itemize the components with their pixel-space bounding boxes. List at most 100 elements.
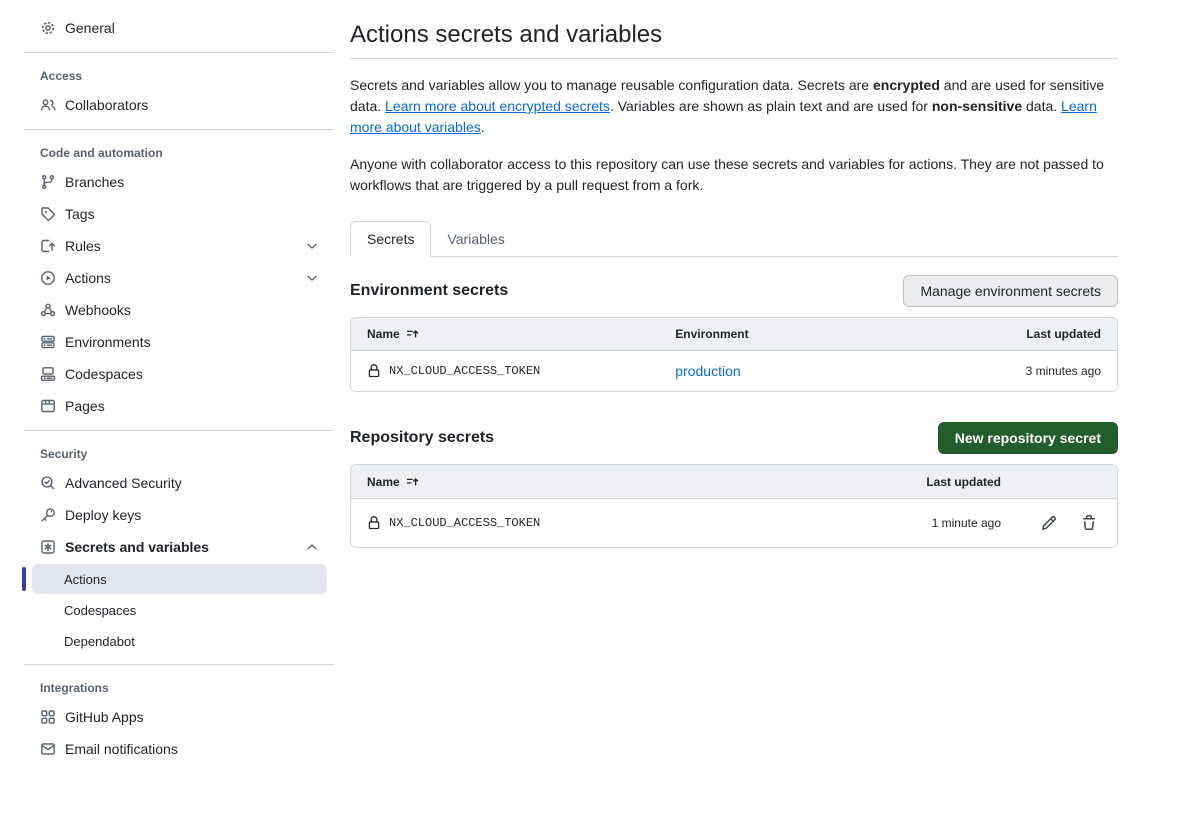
sidebar-subitem-codespaces[interactable]: Codespaces <box>32 595 327 625</box>
environment-secrets-heading: Environment secrets <box>350 282 508 300</box>
sidebar-item-label: Pages <box>65 398 105 414</box>
settings-main-content: Actions secrets and variables Secrets an… <box>350 0 1118 837</box>
sidebar-divider <box>24 664 334 665</box>
secret-last-updated: 1 minute ago <box>841 516 1001 530</box>
sidebar-item-label: Codespaces <box>65 366 143 382</box>
repository-secret-row: NX_CLOUD_ACCESS_TOKEN 1 minute ago <box>351 499 1117 547</box>
sidebar-section-code-automation: Code and automation <box>24 138 335 166</box>
intro-text: . Variables are shown as plain text and … <box>610 98 932 114</box>
sidebar-item-general[interactable]: General <box>24 12 335 44</box>
sidebar-item-email-notifications[interactable]: Email notifications <box>24 733 335 765</box>
intro-paragraph-2: Anyone with collaborator access to this … <box>350 154 1118 196</box>
manage-environment-secrets-button[interactable]: Manage environment secrets <box>903 275 1118 307</box>
intro-bold-non-sensitive: non-sensitive <box>932 98 1022 114</box>
sidebar-subitem-dependabot[interactable]: Dependabot <box>32 626 327 656</box>
tab-variables[interactable]: Variables <box>431 222 520 256</box>
sidebar-item-codespaces[interactable]: Codespaces <box>24 358 335 390</box>
column-header-environment: Environment <box>675 327 936 341</box>
intro-paragraph-1: Secrets and variables allow you to manag… <box>350 75 1118 138</box>
chevron-down-icon <box>305 271 319 285</box>
sidebar-subitem-actions[interactable]: Actions <box>32 564 327 594</box>
sidebar-item-branches[interactable]: Branches <box>24 166 335 198</box>
tab-secrets[interactable]: Secrets <box>350 221 431 257</box>
sidebar-item-label: Collaborators <box>65 97 148 113</box>
sidebar-item-label: Environments <box>65 334 151 350</box>
page-title: Actions secrets and variables <box>350 20 1118 59</box>
sidebar-item-label: Rules <box>65 238 101 254</box>
secret-name: NX_CLOUD_ACCESS_TOKEN <box>389 364 540 378</box>
sidebar-section-integrations: Integrations <box>24 673 335 701</box>
sidebar-item-environments[interactable]: Environments <box>24 326 335 358</box>
environment-secrets-table-header: Name Environment Last updated <box>351 318 1117 351</box>
tag-icon <box>40 206 56 222</box>
sidebar-divider <box>24 129 334 130</box>
environment-secrets-header: Environment secrets Manage environment s… <box>350 275 1118 307</box>
secret-last-updated: 3 minutes ago <box>936 364 1101 378</box>
pencil-icon[interactable] <box>1041 515 1057 531</box>
trash-icon[interactable] <box>1081 515 1097 531</box>
column-header-last-updated: Last updated <box>936 327 1101 341</box>
gear-icon <box>40 20 56 36</box>
intro-text: data. <box>1022 98 1061 114</box>
codespaces-icon <box>40 366 56 382</box>
sidebar-divider <box>24 52 334 53</box>
column-header-name[interactable]: Name <box>367 327 400 341</box>
sidebar-subitem-label: Codespaces <box>64 603 136 618</box>
server-icon <box>40 334 56 350</box>
sidebar-item-label: Branches <box>65 174 124 190</box>
sidebar-item-label: Webhooks <box>65 302 131 318</box>
rules-icon <box>40 238 56 254</box>
repository-secrets-heading: Repository secrets <box>350 429 494 447</box>
intro-text: . <box>481 119 485 135</box>
column-header-last-updated: Last updated <box>841 475 1001 489</box>
play-icon <box>40 270 56 286</box>
sidebar-item-label: Secrets and variables <box>65 539 209 555</box>
sidebar-item-collaborators[interactable]: Collaborators <box>24 89 335 121</box>
sort-ascending-icon[interactable] <box>406 327 420 341</box>
people-icon <box>40 97 56 113</box>
intro-bold-encrypted: encrypted <box>873 77 940 93</box>
column-header-name[interactable]: Name <box>367 475 400 489</box>
repository-secrets-table-header: Name Last updated <box>351 465 1117 499</box>
sidebar-item-secrets-and-variables[interactable]: Secrets and variables <box>24 531 335 563</box>
sidebar-subitem-label: Actions <box>64 572 107 587</box>
sidebar-subitem-label: Dependabot <box>64 634 135 649</box>
sidebar-item-actions[interactable]: Actions <box>24 262 335 294</box>
webhook-icon <box>40 302 56 318</box>
sidebar-item-tags[interactable]: Tags <box>24 198 335 230</box>
key-asterisk-icon <box>40 539 56 555</box>
secret-name: NX_CLOUD_ACCESS_TOKEN <box>389 516 540 530</box>
new-repository-secret-button[interactable]: New repository secret <box>938 422 1118 454</box>
mail-icon <box>40 741 56 757</box>
repository-secrets-header: Repository secrets New repository secret <box>350 422 1118 454</box>
settings-sidebar: General Access Collaborators Code and au… <box>0 0 335 837</box>
sidebar-item-label: Deploy keys <box>65 507 141 523</box>
key-icon <box>40 507 56 523</box>
sidebar-item-rules[interactable]: Rules <box>24 230 335 262</box>
lock-icon <box>367 364 381 378</box>
sidebar-section-access: Access <box>24 61 335 89</box>
sidebar-item-deploy-keys[interactable]: Deploy keys <box>24 499 335 531</box>
secrets-variables-tabnav: Secrets Variables <box>350 221 1118 257</box>
environment-secret-row: NX_CLOUD_ACCESS_TOKEN production 3 minut… <box>351 351 1117 391</box>
sidebar-item-github-apps[interactable]: GitHub Apps <box>24 701 335 733</box>
link-learn-encrypted-secrets[interactable]: Learn more about encrypted secrets <box>385 98 610 114</box>
sidebar-divider <box>24 430 334 431</box>
chevron-up-icon <box>305 540 319 554</box>
lock-icon <box>367 516 381 530</box>
sidebar-item-label: Actions <box>65 270 111 286</box>
git-branch-icon <box>40 174 56 190</box>
sidebar-item-advanced-security[interactable]: Advanced Security <box>24 467 335 499</box>
sidebar-item-label: Email notifications <box>65 741 178 757</box>
environment-secrets-table: Name Environment Last updated NX_CLOUD_A… <box>350 317 1118 392</box>
chevron-down-icon <box>305 239 319 253</box>
codescan-icon <box>40 475 56 491</box>
sidebar-item-webhooks[interactable]: Webhooks <box>24 294 335 326</box>
sidebar-item-label: General <box>65 20 115 36</box>
apps-icon <box>40 709 56 725</box>
sidebar-item-label: Tags <box>65 206 95 222</box>
environment-link[interactable]: production <box>675 363 740 379</box>
sidebar-item-pages[interactable]: Pages <box>24 390 335 422</box>
sort-ascending-icon[interactable] <box>406 475 420 489</box>
repository-secrets-table: Name Last updated NX_CLOUD_ACCESS_TOKEN … <box>350 464 1118 548</box>
